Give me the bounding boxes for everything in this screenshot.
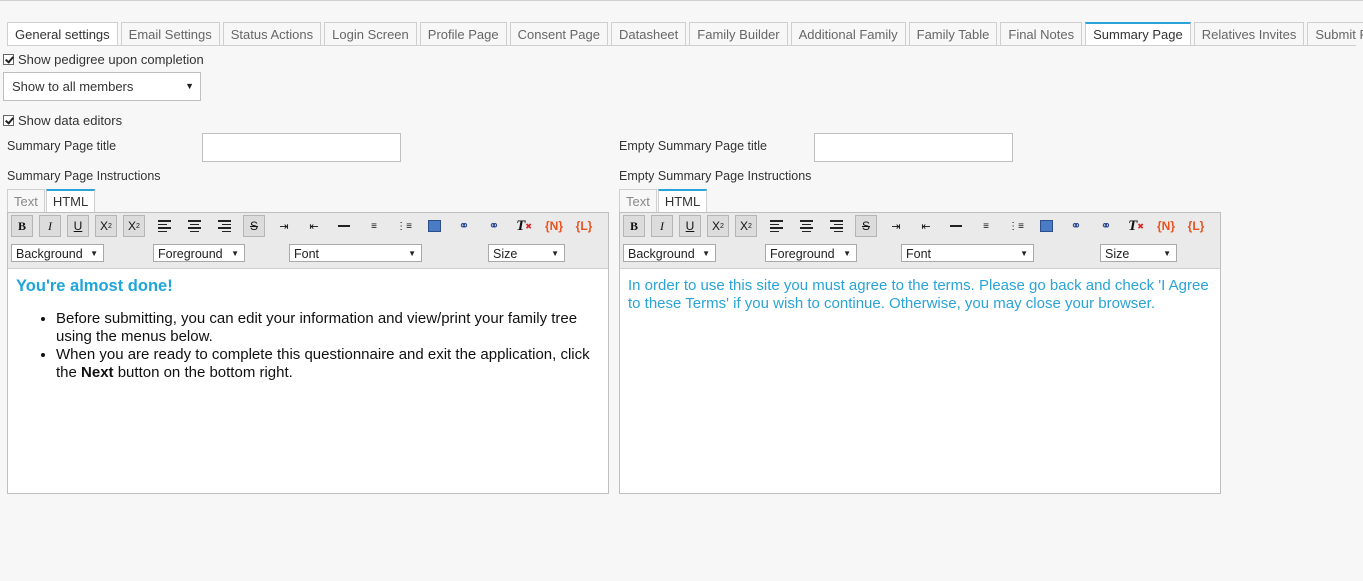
content-heading: You're almost done!	[16, 277, 173, 295]
bold-button[interactable]: B	[11, 215, 33, 237]
font-dropdown[interactable]: Font ▼	[289, 244, 422, 262]
image-icon[interactable]	[423, 215, 445, 237]
tab-profile-page[interactable]: Profile Page	[419, 22, 507, 45]
tab-status-actions[interactable]: Status Actions	[222, 22, 322, 45]
top-border	[0, 0, 1363, 1]
list-item: When you are ready to complete this ques…	[56, 346, 600, 382]
token-n-button[interactable]: {N}	[543, 215, 565, 237]
align-right-icon[interactable]	[825, 215, 847, 237]
image-icon[interactable]	[1035, 215, 1057, 237]
right-html-editor: B I U X2 X2 S ⇥ ⇤ ≡ ⋮≡ ⚭ ⚭ T ✖ {N} {L} Ba…	[619, 212, 1221, 494]
show-data-editors-row: Show data editors	[3, 113, 122, 128]
font-dropdown[interactable]: Font ▼	[901, 244, 1034, 262]
bold-button[interactable]: B	[623, 215, 645, 237]
horizontal-rule-icon[interactable]	[945, 215, 967, 237]
underline-button[interactable]: U	[67, 215, 89, 237]
outdent-icon[interactable]: ⇤	[303, 215, 325, 237]
tab-additional-family[interactable]: Additional Family	[790, 22, 906, 45]
ordered-list-icon[interactable]: ≡	[975, 215, 997, 237]
left-editor-tabs: Text HTML	[7, 189, 96, 213]
pedigree-visibility-value: Show to all members	[12, 79, 134, 94]
right-editor-tabs: Text HTML	[619, 189, 708, 213]
left-tab-html[interactable]: HTML	[45, 189, 96, 212]
tab-submit-page[interactable]: Submit Page	[1307, 22, 1363, 45]
token-n-button[interactable]: {N}	[1155, 215, 1177, 237]
token-l-button[interactable]: {L}	[573, 215, 595, 237]
summary-instructions-label: Summary Page Instructions	[7, 169, 161, 183]
token-l-button[interactable]: {L}	[1185, 215, 1207, 237]
italic-button[interactable]: I	[651, 215, 673, 237]
terms-paragraph: In order to use this site you must agree…	[628, 277, 1209, 312]
outdent-icon[interactable]: ⇤	[915, 215, 937, 237]
clear-format-icon[interactable]: T ✖	[1125, 215, 1147, 237]
align-right-icon[interactable]	[213, 215, 235, 237]
settings-tabs: General settings Email Settings Status A…	[7, 22, 1363, 46]
pedigree-visibility-select[interactable]: Show to all members ▼	[3, 72, 201, 101]
next-keyword: Next	[81, 364, 114, 381]
strikethrough-button[interactable]: S	[243, 215, 265, 237]
show-pedigree-row: Show pedigree upon completion	[3, 52, 204, 67]
strikethrough-button[interactable]: S	[855, 215, 877, 237]
tabs-divider	[7, 45, 1356, 46]
italic-button[interactable]: I	[39, 215, 61, 237]
align-left-icon[interactable]	[153, 215, 175, 237]
list-item: Before submitting, you can edit your inf…	[56, 310, 600, 346]
foreground-color-dropdown[interactable]: Foreground ▼	[765, 244, 857, 262]
left-editor-content[interactable]: You're almost done! Before submitting, y…	[8, 269, 608, 390]
show-pedigree-label: Show pedigree upon completion	[18, 52, 204, 67]
show-data-editors-checkbox[interactable]	[3, 115, 14, 126]
superscript-button[interactable]: X2	[735, 215, 757, 237]
ordered-list-icon[interactable]: ≡	[363, 215, 385, 237]
superscript-button[interactable]: X2	[123, 215, 145, 237]
right-tab-text[interactable]: Text	[619, 189, 657, 212]
indent-icon[interactable]: ⇥	[885, 215, 907, 237]
subscript-button[interactable]: X2	[95, 215, 117, 237]
dropdown-arrow-icon: ▼	[185, 81, 194, 91]
background-color-dropdown[interactable]: Background ▼	[11, 244, 104, 262]
content-list: Before submitting, you can edit your inf…	[16, 310, 600, 382]
unordered-list-icon[interactable]: ⋮≡	[393, 215, 415, 237]
align-left-icon[interactable]	[765, 215, 787, 237]
empty-summary-title-label: Empty Summary Page title	[619, 139, 767, 153]
align-center-icon[interactable]	[795, 215, 817, 237]
tab-datasheet[interactable]: Datasheet	[611, 22, 687, 45]
foreground-color-dropdown[interactable]: Foreground ▼	[153, 244, 245, 262]
clear-format-icon[interactable]: T ✖	[513, 215, 535, 237]
left-tab-text[interactable]: Text	[7, 189, 45, 212]
tab-family-builder[interactable]: Family Builder	[689, 22, 788, 45]
empty-summary-title-input[interactable]	[814, 133, 1013, 162]
horizontal-rule-icon[interactable]	[333, 215, 355, 237]
align-center-icon[interactable]	[183, 215, 205, 237]
tab-relatives-invites[interactable]: Relatives Invites	[1193, 22, 1305, 45]
size-dropdown[interactable]: Size ▼	[488, 244, 565, 262]
summary-title-label: Summary Page title	[7, 139, 117, 153]
empty-summary-instructions-label: Empty Summary Page Instructions	[619, 169, 812, 183]
tab-summary-page[interactable]: Summary Page	[1085, 22, 1191, 45]
indent-icon[interactable]: ⇥	[273, 215, 295, 237]
link-icon[interactable]: ⚭	[453, 215, 475, 237]
tab-final-notes[interactable]: Final Notes	[1000, 22, 1083, 45]
underline-button[interactable]: U	[679, 215, 701, 237]
tab-family-table[interactable]: Family Table	[908, 22, 998, 45]
show-pedigree-checkbox[interactable]	[3, 54, 14, 65]
tab-consent-page[interactable]: Consent Page	[509, 22, 609, 45]
tab-general-settings[interactable]: General settings	[7, 22, 118, 45]
subscript-button[interactable]: X2	[707, 215, 729, 237]
background-color-dropdown[interactable]: Background ▼	[623, 244, 716, 262]
tab-email-settings[interactable]: Email Settings	[120, 22, 220, 45]
unordered-list-icon[interactable]: ⋮≡	[1005, 215, 1027, 237]
show-data-editors-label: Show data editors	[18, 113, 123, 128]
unlink-icon[interactable]: ⚭	[1095, 215, 1117, 237]
unlink-icon[interactable]: ⚭	[483, 215, 505, 237]
left-html-editor: B I U X2 X2 S ⇥ ⇤ ≡ ⋮≡ ⚭ ⚭ T ✖ {N} {L} Ba…	[7, 212, 609, 494]
right-editor-content[interactable]: In order to use this site you must agree…	[620, 269, 1220, 321]
link-icon[interactable]: ⚭	[1065, 215, 1087, 237]
right-editor-toolbar: B I U X2 X2 S ⇥ ⇤ ≡ ⋮≡ ⚭ ⚭ T ✖ {N} {L} Ba…	[620, 213, 1220, 269]
right-tab-html[interactable]: HTML	[657, 189, 708, 212]
size-dropdown[interactable]: Size ▼	[1100, 244, 1177, 262]
tab-login-screen[interactable]: Login Screen	[324, 22, 417, 45]
left-editor-toolbar: B I U X2 X2 S ⇥ ⇤ ≡ ⋮≡ ⚭ ⚭ T ✖ {N} {L} Ba…	[8, 213, 608, 269]
summary-title-input[interactable]	[202, 133, 401, 162]
